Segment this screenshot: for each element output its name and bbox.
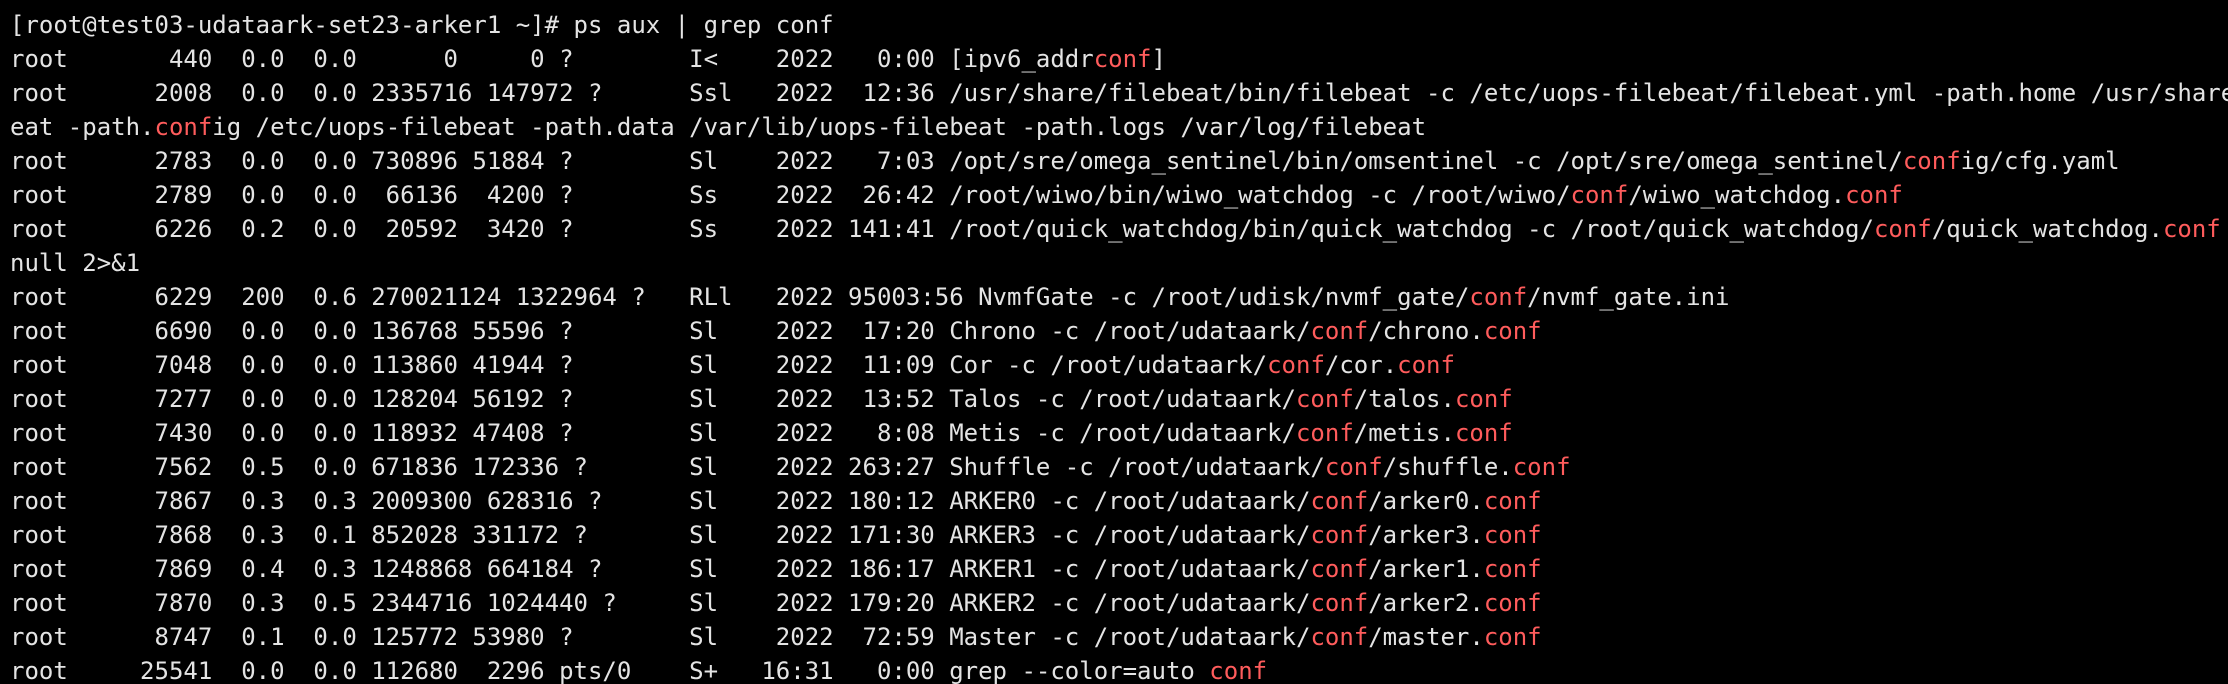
terminal-line: root 25541 0.0 0.0 112680 2296 pts/0 S+ … bbox=[10, 654, 2228, 684]
line-text: root 7277 0.0 0.0 128204 56192 ? Sl 2022… bbox=[10, 385, 1296, 413]
grep-match-highlight: conf bbox=[1454, 385, 1513, 413]
terminal-line: root 440 0.0 0.0 0 0 ? I< 2022 0:00 [ipv… bbox=[10, 42, 2228, 76]
grep-match-highlight: conf bbox=[1310, 623, 1369, 651]
grep-match-highlight: conf bbox=[1310, 317, 1369, 345]
line-text: root 7870 0.3 0.5 2344716 1024440 ? Sl 2… bbox=[10, 589, 1311, 617]
grep-match-highlight: conf bbox=[1295, 385, 1354, 413]
terminal-line: root 2008 0.0 0.0 2335716 147972 ? Ssl 2… bbox=[10, 76, 2228, 110]
grep-match-highlight: conf bbox=[1483, 521, 1542, 549]
grep-match-highlight: conf bbox=[1512, 453, 1571, 481]
line-text: /wiwo_watchdog. bbox=[1628, 181, 1846, 209]
line-text: null 2>&1 bbox=[10, 249, 141, 277]
grep-match-highlight: conf bbox=[1483, 487, 1542, 515]
line-text: /arker2. bbox=[1368, 589, 1484, 617]
line-text: root 7430 0.0 0.0 118932 47408 ? Sl 2022… bbox=[10, 419, 1296, 447]
grep-match-highlight: conf bbox=[1209, 657, 1268, 684]
line-text: ig/cfg.yaml bbox=[1960, 147, 2120, 175]
line-text: /metis. bbox=[1353, 419, 1455, 447]
grep-match-highlight: conf bbox=[1570, 181, 1629, 209]
terminal-line: root 7562 0.5 0.0 671836 172336 ? Sl 202… bbox=[10, 450, 2228, 484]
grep-match-highlight: conf bbox=[1267, 351, 1325, 379]
line-text: /quick_watchdog. bbox=[1931, 215, 2163, 243]
line-text: /talos. bbox=[1353, 385, 1455, 413]
line-text: >/dev/ bbox=[2221, 215, 2228, 243]
line-text: root 2789 0.0 0.0 66136 4200 ? Ss 2022 2… bbox=[10, 181, 1571, 209]
grep-match-highlight: conf bbox=[1310, 555, 1369, 583]
terminal-line: root 7048 0.0 0.0 113860 41944 ? Sl 2022… bbox=[10, 348, 2228, 382]
terminal-output: [root@test03-udataark-set23-arker1 ~]# p… bbox=[10, 8, 2228, 684]
grep-match-highlight: conf bbox=[1310, 521, 1369, 549]
line-text: root 7868 0.3 0.1 852028 331172 ? Sl 202… bbox=[10, 521, 1311, 549]
terminal-line: null 2>&1 bbox=[10, 246, 2228, 280]
grep-match-highlight: conf bbox=[1902, 147, 1961, 175]
terminal-line: root 2783 0.0 0.0 730896 51884 ? Sl 2022… bbox=[10, 144, 2228, 178]
shell-command-line: [root@test03-udataark-set23-arker1 ~]# p… bbox=[10, 8, 2228, 42]
line-text: /arker0. bbox=[1368, 487, 1484, 515]
line-text: /arker3. bbox=[1368, 521, 1484, 549]
terminal-line: root 7430 0.0 0.0 118932 47408 ? Sl 2022… bbox=[10, 416, 2228, 450]
line-text: /cor. bbox=[1324, 351, 1398, 379]
terminal-line: root 6690 0.0 0.0 136768 55596 ? Sl 2022… bbox=[10, 314, 2228, 348]
line-text: root 8747 0.1 0.0 125772 53980 ? Sl 2022… bbox=[10, 623, 1311, 651]
grep-match-highlight: conf bbox=[1454, 419, 1513, 447]
line-text: /shuffle. bbox=[1382, 453, 1513, 481]
line-text: root 7869 0.4 0.3 1248868 664184 ? Sl 20… bbox=[10, 555, 1311, 583]
line-text: root 2008 0.0 0.0 2335716 147972 ? Ssl 2… bbox=[10, 79, 2228, 107]
grep-match-highlight: conf bbox=[1483, 317, 1542, 345]
line-text: root 7867 0.3 0.3 2009300 628316 ? Sl 20… bbox=[10, 487, 1311, 515]
terminal-line: root 6229 200 0.6 270021124 1322964 ? RL… bbox=[10, 280, 2228, 314]
line-text: /chrono. bbox=[1368, 317, 1484, 345]
line-text: ] bbox=[1151, 45, 1166, 73]
terminal-line: root 7867 0.3 0.3 2009300 628316 ? Sl 20… bbox=[10, 484, 2228, 518]
grep-match-highlight: conf bbox=[1845, 181, 1903, 209]
line-text: root 7562 0.5 0.0 671836 172336 ? Sl 202… bbox=[10, 453, 1325, 481]
line-text: ig /etc/uops-filebeat -path.data /var/li… bbox=[212, 113, 1427, 141]
grep-match-highlight: conf bbox=[154, 113, 213, 141]
grep-match-highlight: conf bbox=[1310, 487, 1369, 515]
line-text: /nvmf_gate.ini bbox=[1527, 283, 1730, 311]
line-text: root 6226 0.2 0.0 20592 3420 ? Ss 2022 1… bbox=[10, 215, 1874, 243]
grep-match-highlight: conf bbox=[1469, 283, 1528, 311]
terminal-line: root 6226 0.2 0.0 20592 3420 ? Ss 2022 1… bbox=[10, 212, 2228, 246]
grep-match-highlight: conf bbox=[1873, 215, 1932, 243]
line-text: eat -path. bbox=[10, 113, 155, 141]
grep-match-highlight: conf bbox=[1295, 419, 1354, 447]
grep-match-highlight: conf bbox=[1483, 623, 1542, 651]
grep-match-highlight: conf bbox=[2162, 215, 2221, 243]
terminal-window[interactable]: [root@test03-udataark-set23-arker1 ~]# p… bbox=[0, 0, 2228, 684]
line-text: root 6690 0.0 0.0 136768 55596 ? Sl 2022… bbox=[10, 317, 1311, 345]
terminal-line: root 2789 0.0 0.0 66136 4200 ? Ss 2022 2… bbox=[10, 178, 2228, 212]
grep-match-highlight: conf bbox=[1397, 351, 1455, 379]
line-text: root 2783 0.0 0.0 730896 51884 ? Sl 2022… bbox=[10, 147, 1903, 175]
line-text: root 440 0.0 0.0 0 0 ? I< 2022 0:00 [ipv… bbox=[10, 45, 1094, 73]
terminal-line: root 7869 0.4 0.3 1248868 664184 ? Sl 20… bbox=[10, 552, 2228, 586]
grep-match-highlight: conf bbox=[1483, 589, 1542, 617]
grep-match-highlight: conf bbox=[1483, 555, 1542, 583]
grep-match-highlight: conf bbox=[1093, 45, 1152, 73]
grep-match-highlight: conf bbox=[1310, 589, 1369, 617]
line-text: root 6229 200 0.6 270021124 1322964 ? RL… bbox=[10, 283, 1470, 311]
terminal-line: eat -path.config /etc/uops-filebeat -pat… bbox=[10, 110, 2228, 144]
terminal-line: root 8747 0.1 0.0 125772 53980 ? Sl 2022… bbox=[10, 620, 2228, 654]
line-text: [root@test03-udataark-set23-arker1 ~]# p… bbox=[10, 11, 834, 39]
line-text: root 25541 0.0 0.0 112680 2296 pts/0 S+ … bbox=[10, 657, 1210, 684]
line-text: root 7048 0.0 0.0 113860 41944 ? Sl 2022… bbox=[10, 351, 1268, 379]
terminal-line: root 7868 0.3 0.1 852028 331172 ? Sl 202… bbox=[10, 518, 2228, 552]
terminal-line: root 7277 0.0 0.0 128204 56192 ? Sl 2022… bbox=[10, 382, 2228, 416]
grep-match-highlight: conf bbox=[1324, 453, 1383, 481]
line-text: /master. bbox=[1368, 623, 1484, 651]
line-text: /arker1. bbox=[1368, 555, 1484, 583]
terminal-line: root 7870 0.3 0.5 2344716 1024440 ? Sl 2… bbox=[10, 586, 2228, 620]
